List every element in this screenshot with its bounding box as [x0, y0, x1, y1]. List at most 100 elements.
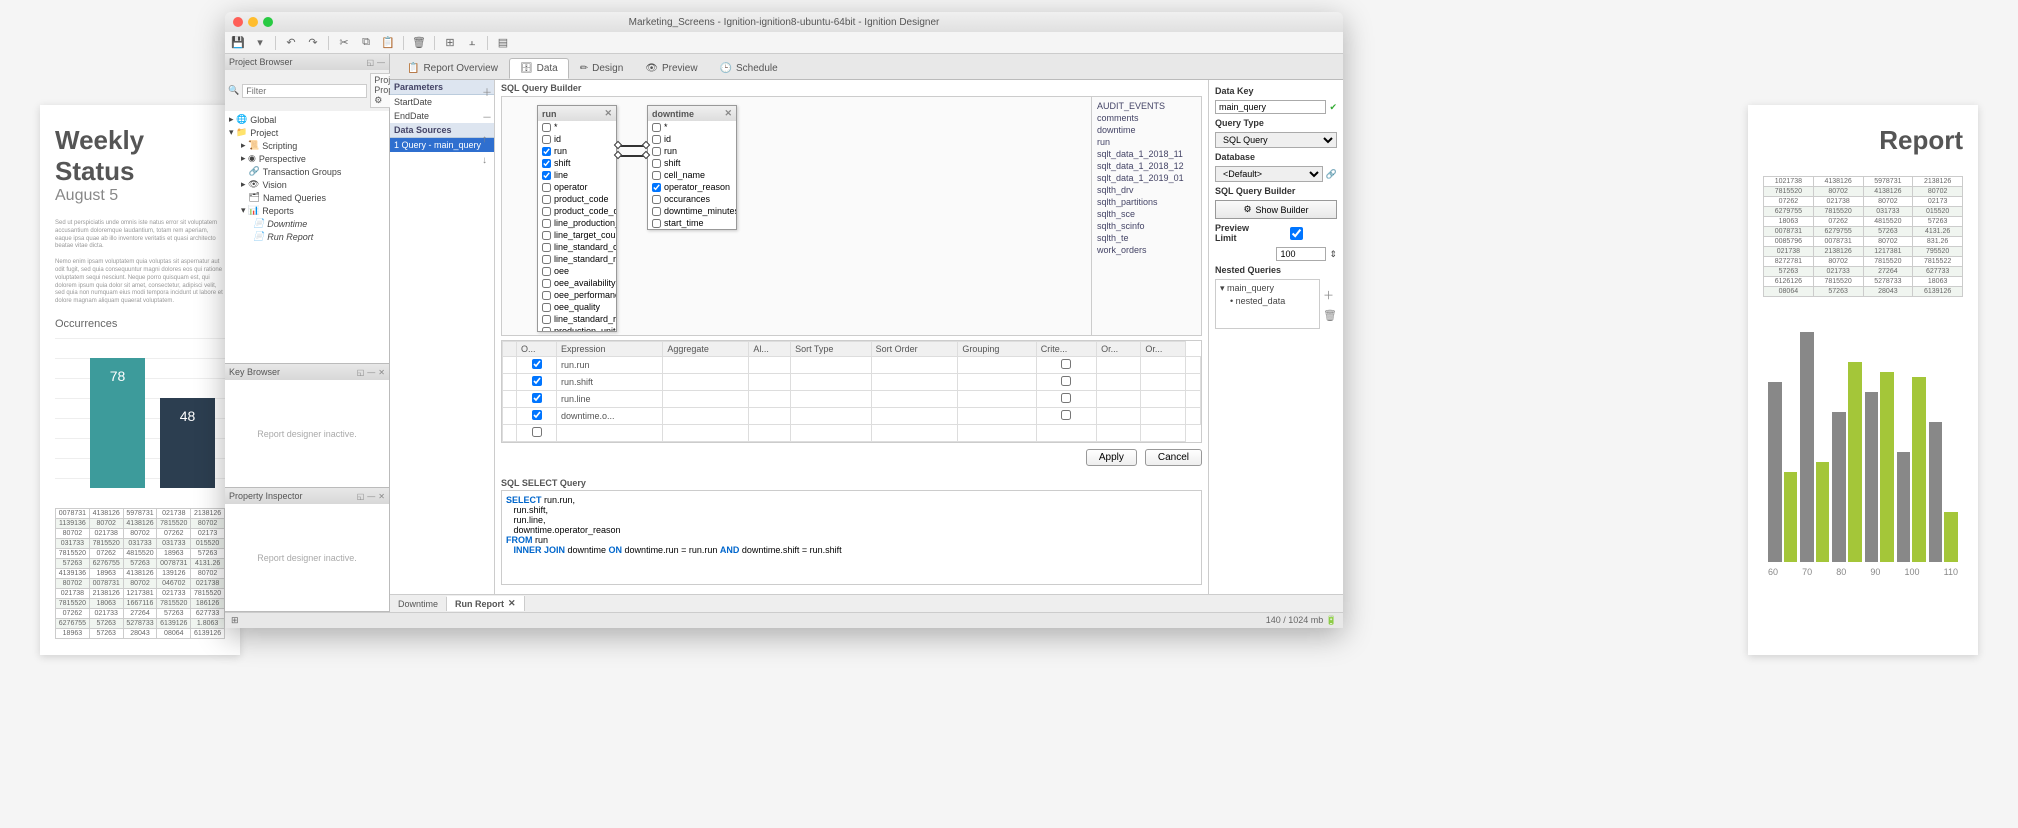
grid-row[interactable]: run.line: [503, 391, 1201, 408]
grid-icon[interactable]: ⊞: [443, 36, 457, 50]
table-item-run[interactable]: run: [1095, 136, 1198, 148]
query-type-select[interactable]: SQL Query: [1215, 132, 1337, 148]
field-line_production_cou[interactable]: line_production_cou: [538, 217, 616, 229]
tree-node-named-queries[interactable]: 🗂 Named Queries: [229, 191, 385, 204]
tab-data[interactable]: 🗄 Data: [509, 58, 569, 79]
field-shift[interactable]: shift: [538, 157, 616, 169]
show-builder-button[interactable]: ⚙Show Builder: [1215, 200, 1337, 219]
tree-node-reports[interactable]: ▾ 📊 Reports: [229, 204, 385, 217]
project-tree[interactable]: ▸ 🌐 Global ▾ 📁 Project ▸ 📜 Scripting ▸ ◉…: [225, 111, 389, 363]
field-line_target_count[interactable]: line_target_count: [538, 229, 616, 241]
table-run[interactable]: run✕ *idrunshiftlineoperatorproduct_code…: [537, 105, 617, 332]
tree-node-perspective[interactable]: ▸ ◉ Perspective: [229, 152, 385, 165]
restore-icon[interactable]: ◱: [366, 58, 374, 67]
field-oee_availability[interactable]: oee_availability: [538, 277, 616, 289]
datasource-main-query[interactable]: 1 Query - main_query: [390, 138, 494, 152]
table-item-AUDIT_EVENTS[interactable]: AUDIT_EVENTS: [1095, 100, 1198, 112]
tab-schedule[interactable]: 🕒 Schedule: [709, 58, 789, 79]
restore-icon[interactable]: ◱: [357, 368, 365, 377]
tab-preview[interactable]: 👁 Preview: [634, 58, 708, 79]
field-*[interactable]: *: [538, 121, 616, 133]
restore-icon[interactable]: ◱: [357, 492, 365, 501]
table-item-comments[interactable]: comments: [1095, 112, 1198, 124]
nested-main-query[interactable]: ▾ main_query: [1218, 282, 1317, 295]
move-down-icon[interactable]: ↓: [482, 155, 492, 166]
field-line_standard_coun[interactable]: line_standard_coun: [538, 241, 616, 253]
titlebar[interactable]: Marketing_Screens - Ignition-ignition8-u…: [225, 12, 1343, 32]
close-panel-icon[interactable]: ✕: [378, 368, 385, 377]
tree-node-project[interactable]: ▾ 📁 Project: [229, 126, 385, 139]
table-item-downtime[interactable]: downtime: [1095, 124, 1198, 136]
table-item-sqlt_data_1_2018_11[interactable]: sqlt_data_1_2018_11: [1095, 148, 1198, 160]
delete-icon[interactable]: 🗑: [412, 36, 426, 50]
align-icon[interactable]: ▤: [496, 36, 510, 50]
close-panel-icon[interactable]: ✕: [378, 492, 385, 501]
tree-node-vision[interactable]: ▸ 👁 Vision: [229, 178, 385, 191]
field-oee_performance[interactable]: oee_performance: [538, 289, 616, 301]
close-icon[interactable]: ✕: [508, 598, 516, 609]
data-key-input[interactable]: [1215, 100, 1326, 114]
tree-node-scripting[interactable]: ▸ 📜 Scripting: [229, 139, 385, 152]
field-occurances[interactable]: occurances: [648, 193, 736, 205]
field-start_time[interactable]: start_time: [648, 217, 736, 229]
field-product_code_desc[interactable]: product_code_desc: [538, 205, 616, 217]
tree-node-downtime[interactable]: 📄 Downtime: [229, 217, 385, 230]
remove-icon[interactable]: －: [482, 109, 492, 124]
apply-button[interactable]: Apply: [1086, 449, 1137, 466]
preview-limit-checkbox[interactable]: [1256, 227, 1337, 240]
field-oee_quality[interactable]: oee_quality: [538, 301, 616, 313]
field-*[interactable]: *: [648, 121, 736, 133]
field-operator_reason[interactable]: operator_reason: [648, 181, 736, 193]
field-downtime_minutes[interactable]: downtime_minutes: [648, 205, 736, 217]
field-shift[interactable]: shift: [648, 157, 736, 169]
minimize-panel-icon[interactable]: —: [367, 492, 375, 501]
nested-queries-tree[interactable]: ▾ main_query • nested_data: [1215, 279, 1320, 329]
new-icon[interactable]: ▾: [253, 36, 267, 50]
field-operator[interactable]: operator: [538, 181, 616, 193]
panel-header-project-browser[interactable]: Project Browser ◱—: [225, 54, 389, 70]
add-icon[interactable]: ＋: [482, 84, 492, 99]
snap-icon[interactable]: ⫠: [465, 36, 479, 50]
field-line_standard_rate_[interactable]: line_standard_rate_: [538, 313, 616, 325]
field-line[interactable]: line: [538, 169, 616, 181]
tree-node-run-report[interactable]: 📄 Run Report: [229, 230, 385, 243]
panel-header-key-browser[interactable]: Key Browser ◱—✕: [225, 364, 389, 380]
doc-tab-downtime[interactable]: Downtime: [390, 597, 447, 611]
field-line_standard_rate[interactable]: line_standard_rate: [538, 253, 616, 265]
table-item-sqlth_partitions[interactable]: sqlth_partitions: [1095, 196, 1198, 208]
close-icon[interactable]: ✕: [604, 108, 612, 119]
preview-limit-input[interactable]: [1276, 247, 1326, 261]
bind-icon[interactable]: 🔗: [1326, 169, 1337, 180]
redo-icon[interactable]: ↷: [306, 36, 320, 50]
grid-row[interactable]: run.run: [503, 357, 1201, 374]
query-builder-canvas[interactable]: run✕ *idrunshiftlineoperatorproduct_code…: [501, 96, 1202, 336]
doc-tab-run-report[interactable]: Run Report ✕: [447, 596, 525, 611]
grid-row[interactable]: downtime.o...: [503, 408, 1201, 425]
minimize-panel-icon[interactable]: —: [377, 58, 385, 67]
tree-node-global[interactable]: ▸ 🌐 Global: [229, 113, 385, 126]
remove-nested-icon[interactable]: 🗑: [1323, 309, 1337, 322]
minimize-panel-icon[interactable]: —: [367, 368, 375, 377]
tab-design[interactable]: ✏ Design: [569, 58, 635, 79]
cut-icon[interactable]: ✂: [337, 36, 351, 50]
field-production_units[interactable]: production_units: [538, 325, 616, 331]
tab-report-overview[interactable]: 📋 Report Overview: [396, 58, 509, 79]
filter-input[interactable]: [242, 84, 367, 98]
table-item-sqlth_drv[interactable]: sqlth_drv: [1095, 184, 1198, 196]
field-oee[interactable]: oee: [538, 265, 616, 277]
nested-data-item[interactable]: • nested_data: [1218, 295, 1317, 307]
param-startdate[interactable]: StartDate: [390, 95, 494, 109]
sql-editor[interactable]: SELECT run.run, run.shift, run.line, dow…: [501, 490, 1202, 585]
field-id[interactable]: id: [648, 133, 736, 145]
table-downtime[interactable]: downtime✕ *idrunshiftcell_nameoperator_r…: [647, 105, 737, 230]
field-run[interactable]: run: [538, 145, 616, 157]
move-up-icon[interactable]: ↑: [482, 134, 492, 145]
close-icon[interactable]: ✕: [724, 108, 732, 119]
paste-icon[interactable]: 📋: [381, 36, 395, 50]
save-icon[interactable]: 💾: [231, 36, 245, 50]
field-id[interactable]: id: [538, 133, 616, 145]
table-item-work_orders[interactable]: work_orders: [1095, 244, 1198, 256]
query-columns-grid[interactable]: O...ExpressionAggregateAl...Sort TypeSor…: [501, 340, 1202, 443]
field-product_code[interactable]: product_code: [538, 193, 616, 205]
stepper-icon[interactable]: ⇕: [1329, 249, 1337, 260]
